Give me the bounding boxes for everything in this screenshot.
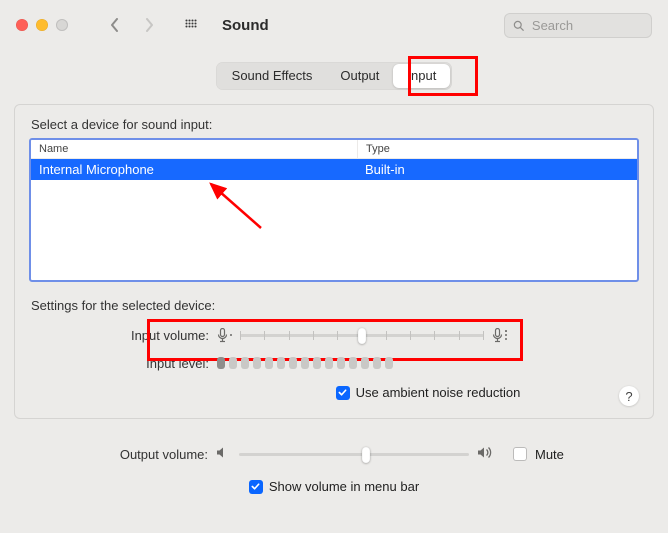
help-button[interactable]: ? — [619, 386, 639, 406]
show-all-prefs-button[interactable] — [178, 13, 204, 37]
window-controls — [16, 19, 68, 31]
tab-sound-effects[interactable]: Sound Effects — [218, 64, 327, 88]
output-volume-label: Output volume: — [28, 447, 208, 462]
input-level-label: Input level: — [29, 356, 209, 371]
tab-output[interactable]: Output — [326, 64, 393, 88]
show-volume-menubar-checkbox[interactable]: Show volume in menu bar — [249, 479, 419, 494]
titlebar: Sound — [0, 0, 668, 50]
close-window-button[interactable] — [16, 19, 28, 31]
menubar-label: Show volume in menu bar — [269, 479, 419, 494]
minimize-window-button[interactable] — [36, 19, 48, 31]
column-type: Type — [358, 140, 637, 158]
checkbox-unchecked-icon — [513, 447, 527, 461]
column-name: Name — [31, 140, 358, 158]
checkbox-checked-icon — [336, 386, 350, 400]
mic-high-icon — [492, 328, 507, 343]
input-level-meter — [217, 357, 393, 369]
checkbox-checked-icon — [249, 480, 263, 494]
speaker-low-icon — [216, 446, 231, 462]
mute-checkbox[interactable]: Mute — [513, 447, 564, 462]
ambient-noise-checkbox[interactable]: Use ambient noise reduction — [336, 385, 521, 400]
back-button[interactable] — [102, 13, 128, 37]
table-row[interactable]: Internal Microphone Built-in — [31, 159, 637, 180]
device-name: Internal Microphone — [31, 159, 357, 180]
mute-label: Mute — [535, 447, 564, 462]
ambient-noise-label: Use ambient noise reduction — [356, 385, 521, 400]
forward-button — [136, 13, 162, 37]
input-panel: Select a device for sound input: Name Ty… — [14, 104, 654, 419]
tabs-segmented-control: Sound Effects Output Input — [216, 62, 453, 90]
table-header: Name Type — [31, 140, 637, 159]
tab-input[interactable]: Input — [393, 64, 450, 88]
input-volume-label: Input volume: — [29, 328, 209, 343]
output-volume-slider[interactable] — [239, 445, 469, 463]
search-icon — [513, 19, 524, 32]
window-title: Sound — [222, 17, 269, 34]
device-table[interactable]: Name Type Internal Microphone Built-in — [29, 138, 639, 282]
device-type: Built-in — [357, 159, 637, 180]
input-volume-slider[interactable] — [240, 326, 484, 344]
device-prompt-label: Select a device for sound input: — [31, 117, 639, 132]
search-input[interactable] — [530, 17, 643, 34]
zoom-window-button — [56, 19, 68, 31]
speaker-high-icon — [477, 446, 495, 462]
search-field[interactable] — [504, 13, 652, 38]
settings-heading: Settings for the selected device: — [31, 298, 637, 313]
mic-low-icon — [217, 328, 232, 343]
